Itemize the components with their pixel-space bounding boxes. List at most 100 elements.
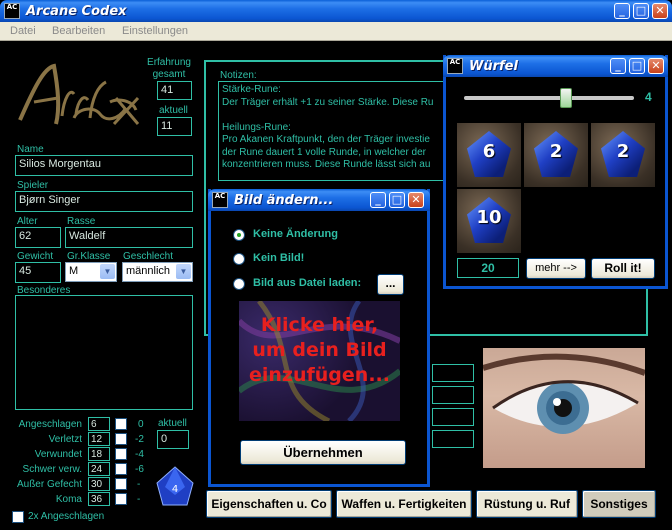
- spieler-label: Spieler: [17, 180, 49, 191]
- gewicht-field[interactable]: 45: [15, 262, 61, 283]
- wound-value[interactable]: 18: [88, 447, 110, 461]
- notes-line: Der Träger erhält +1 zu seiner Stärke. D…: [222, 96, 434, 108]
- dice-slider[interactable]: [464, 96, 634, 100]
- maximize-button[interactable]: □: [629, 58, 645, 74]
- wound-value[interactable]: 30: [88, 477, 110, 491]
- minimize-button[interactable]: _: [610, 58, 626, 74]
- besonderes-textarea[interactable]: [15, 295, 193, 410]
- chevron-down-icon[interactable]: ▼: [100, 264, 115, 279]
- image-dialog-titlebar[interactable]: AC Bild ändern... _ □ ✕: [208, 189, 430, 211]
- tab-sonstiges[interactable]: Sonstiges: [582, 490, 656, 518]
- chevron-down-icon[interactable]: ▼: [176, 264, 191, 279]
- radio-bild-aus-datei[interactable]: [233, 278, 245, 290]
- d10-die-icon[interactable]: 4: [155, 465, 195, 509]
- close-button[interactable]: ✕: [652, 3, 668, 19]
- wound-label: Verwundet: [34, 449, 82, 460]
- wound-penalty: -4: [135, 449, 144, 460]
- wound-value[interactable]: 36: [88, 492, 110, 506]
- radio-kein-bild[interactable]: [233, 253, 245, 265]
- notes-line: Stärke-Rune:: [222, 84, 281, 95]
- svg-text:4: 4: [172, 484, 178, 495]
- wound-checkbox[interactable]: [115, 448, 127, 460]
- wound-label: Verletzt: [48, 434, 82, 445]
- die-value: 2: [616, 141, 630, 162]
- notes-line: konzentrieren muss. Diese Runde lässt si…: [222, 159, 431, 170]
- alter-field[interactable]: 62: [15, 227, 61, 248]
- slider-value: 4: [645, 90, 652, 104]
- aktuell-label: aktuell: [159, 105, 188, 116]
- radio-keine-aenderung[interactable]: [233, 229, 245, 241]
- wound-label: Angeschlagen: [18, 419, 82, 430]
- close-button[interactable]: ✕: [648, 58, 664, 74]
- apply-button[interactable]: Übernehmen: [240, 440, 406, 465]
- double-angeschlagen-checkbox[interactable]: [12, 511, 24, 523]
- dice-titlebar[interactable]: AC Würfel _ □ ✕: [443, 55, 668, 77]
- rasse-field[interactable]: Waldelf: [65, 227, 193, 248]
- tab-waffen[interactable]: Waffen u. Fertigkeiten: [336, 490, 472, 518]
- wound-value[interactable]: 6: [88, 417, 110, 431]
- erfahrung-label: Erfahrung gesamt: [147, 57, 191, 80]
- preview-line: um dein Bild: [252, 339, 387, 361]
- notes-textarea[interactable]: Stärke-Rune: Der Träger erhält +1 zu sei…: [218, 81, 446, 181]
- wound-penalty: -6: [135, 464, 144, 475]
- more-button[interactable]: mehr -->: [526, 258, 586, 279]
- wound-aktuell-field[interactable]: 0: [157, 430, 189, 449]
- notes-line: der Rune dauert 1 volle Runde, in welche…: [222, 146, 427, 158]
- erfahrung-gesamt-field[interactable]: 41: [157, 81, 192, 100]
- alter-label: Alter: [17, 216, 38, 227]
- menu-datei[interactable]: Datei: [10, 25, 36, 37]
- dice-window-title: Würfel: [469, 59, 518, 74]
- bg-field: [432, 364, 474, 382]
- grklasse-label: Gr.Klasse: [67, 251, 111, 262]
- radio-label: Keine Änderung: [253, 228, 338, 240]
- bg-field: [432, 408, 474, 426]
- name-field[interactable]: Silios Morgentau: [15, 155, 193, 176]
- browse-button[interactable]: ...: [377, 274, 404, 295]
- wound-checkbox[interactable]: [115, 478, 127, 490]
- wound-value[interactable]: 24: [88, 462, 110, 476]
- geschlecht-select[interactable]: männlich ▼: [122, 262, 193, 282]
- tab-ruestung[interactable]: Rüstung u. Ruf: [476, 490, 578, 518]
- preview-line: einzufügen...: [249, 364, 390, 386]
- radio-label: Kein Bild!: [253, 252, 305, 264]
- die-value: 6: [482, 141, 496, 162]
- grklasse-select[interactable]: M ▼: [65, 262, 117, 282]
- wound-penalty: -: [137, 494, 141, 505]
- die-image: 10: [457, 189, 521, 253]
- wound-checkbox[interactable]: [115, 493, 127, 505]
- bg-field: [432, 430, 474, 448]
- erfahrung-aktuell-field[interactable]: 11: [157, 117, 192, 136]
- wound-checkbox[interactable]: [115, 463, 127, 475]
- dice-slider-thumb[interactable]: [560, 88, 572, 108]
- preview-text: Klicke hier, um dein Bild einzufügen...: [239, 313, 400, 388]
- maximize-button[interactable]: □: [633, 3, 649, 19]
- arcane-codex-logo: [14, 58, 144, 136]
- wound-value[interactable]: 12: [88, 432, 110, 446]
- menu-einstellungen[interactable]: Einstellungen: [122, 25, 188, 37]
- app-icon: AC: [447, 58, 463, 74]
- minimize-button[interactable]: _: [370, 192, 386, 208]
- image-preview[interactable]: Klicke hier, um dein Bild einzufügen...: [239, 301, 400, 421]
- geschlecht-label: Geschlecht: [123, 251, 174, 262]
- preview-line: Klicke hier,: [260, 314, 379, 336]
- wound-checkbox[interactable]: [115, 433, 127, 445]
- wound-checkbox[interactable]: [115, 418, 127, 430]
- app-icon: AC: [4, 3, 20, 19]
- die-value: 2: [549, 141, 563, 162]
- spieler-field[interactable]: Bjørn Singer: [15, 191, 193, 212]
- notes-line: Heilungs-Rune:: [222, 121, 291, 133]
- close-button[interactable]: ✕: [408, 192, 424, 208]
- roll-button[interactable]: Roll it!: [591, 258, 655, 279]
- menu-bearbeiten[interactable]: Bearbeiten: [52, 25, 105, 37]
- wound-penalty: -: [137, 479, 141, 490]
- wound-penalty: 0: [138, 419, 144, 430]
- character-portrait[interactable]: [483, 348, 645, 468]
- main-titlebar[interactable]: AC Arcane Codex _ □ ✕: [0, 0, 672, 22]
- minimize-button[interactable]: _: [614, 3, 630, 19]
- wound-aktuell-label: aktuell: [158, 418, 187, 429]
- rasse-label: Rasse: [67, 216, 96, 227]
- tab-eigenschaften[interactable]: Eigenschaften u. Co: [206, 490, 332, 518]
- app-icon: AC: [212, 192, 228, 208]
- maximize-button[interactable]: □: [389, 192, 405, 208]
- radio-label: Bild aus Datei laden:: [253, 277, 362, 289]
